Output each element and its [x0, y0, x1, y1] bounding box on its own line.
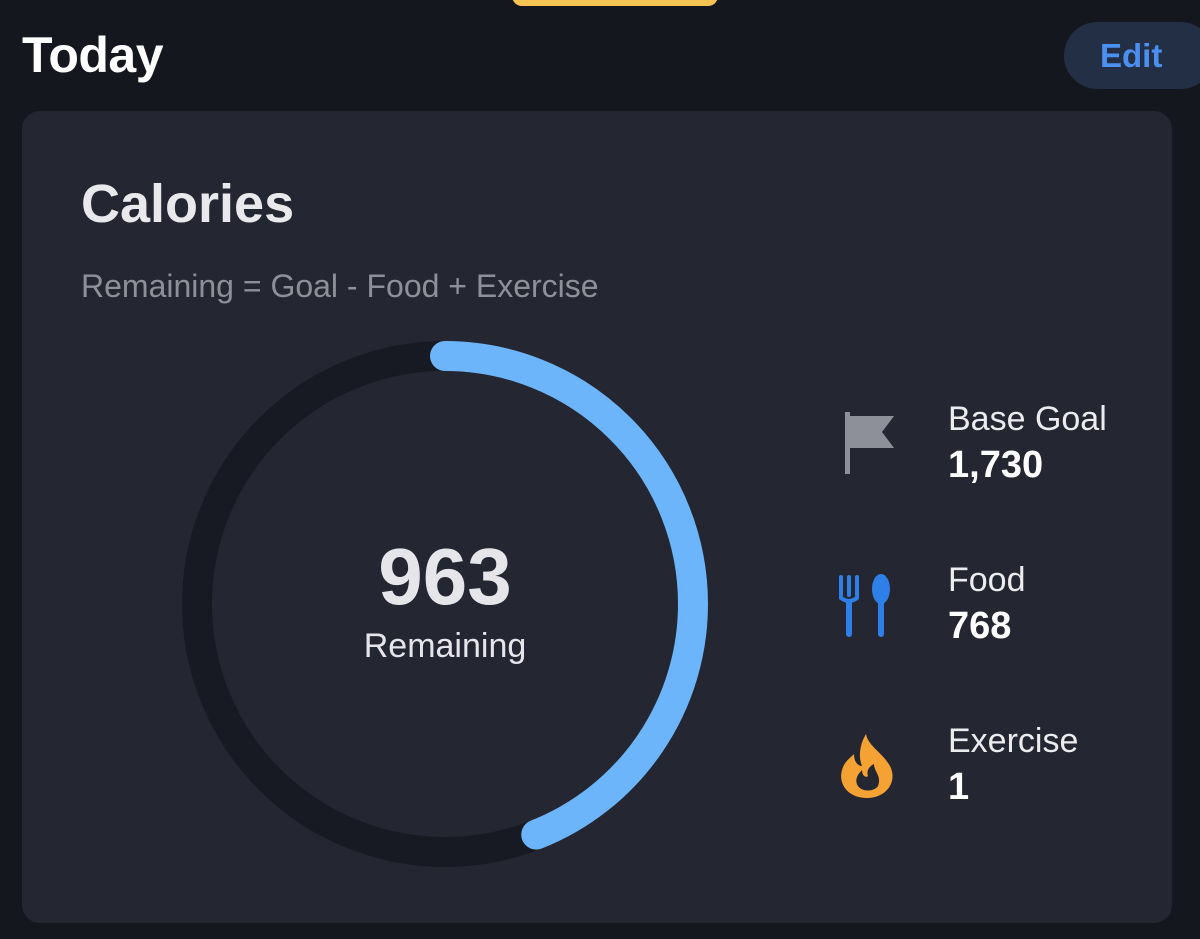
edit-button[interactable]: Edit: [1064, 22, 1200, 89]
ring-center: 963 Remaining: [180, 339, 710, 869]
page-title: Today: [22, 27, 164, 83]
exercise-value: 1: [948, 766, 970, 808]
stat-base-goal: Base Goal 1,730: [832, 400, 1162, 490]
base-goal-value: 1,730: [948, 444, 1044, 486]
base-goal-label: Base Goal: [948, 400, 1107, 438]
card-title: Calories: [81, 174, 295, 234]
calories-card[interactable]: Calories Remaining = Goal - Food + Exerc…: [22, 111, 1172, 923]
stat-exercise: Exercise 1: [832, 722, 1162, 812]
status-pill: [512, 0, 718, 6]
flag-icon: [845, 412, 894, 474]
remaining-label: Remaining: [363, 626, 527, 665]
stat-food: Food 768: [832, 561, 1162, 651]
food-value: 768: [948, 605, 1012, 647]
food-label: Food: [948, 561, 1026, 599]
calories-formula: Remaining = Goal - Food + Exercise: [81, 268, 599, 304]
screen: Today Edit Calories Remaining = Goal - F…: [0, 0, 1200, 939]
fork-spoon-icon: [839, 574, 890, 637]
remaining-value: 963: [378, 531, 512, 621]
flame-icon: [841, 734, 893, 798]
exercise-label: Exercise: [948, 722, 1079, 760]
